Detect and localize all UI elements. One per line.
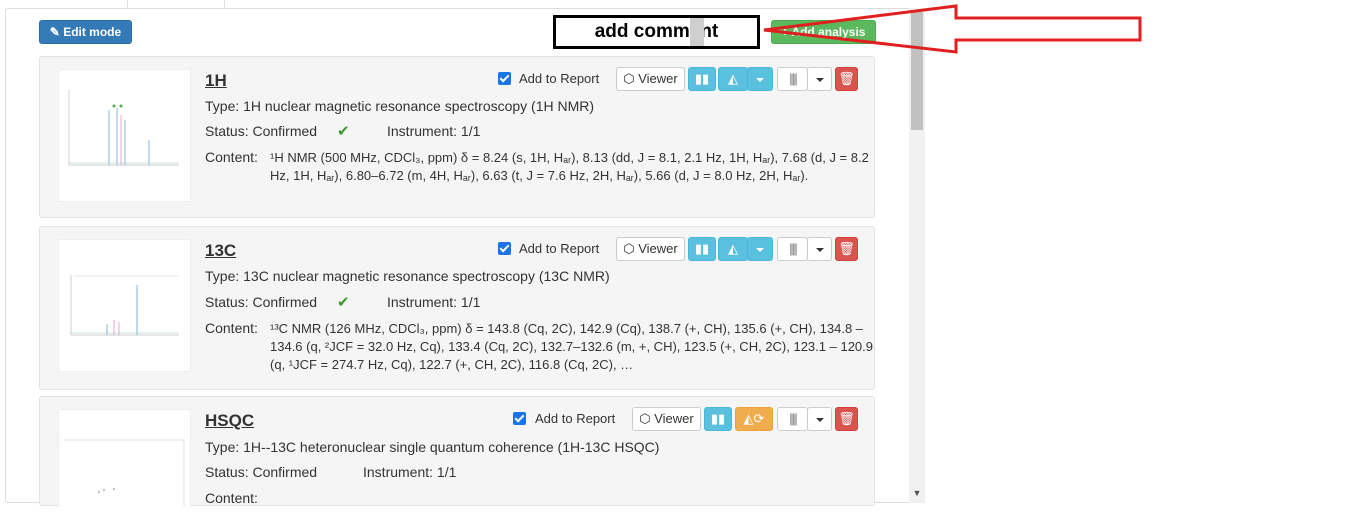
- barcode-button[interactable]: |||||: [777, 67, 808, 91]
- chevron-down-icon: [756, 247, 764, 252]
- trash-icon: 🗑: [838, 241, 855, 256]
- red-arrow-icon: [763, 4, 1142, 54]
- edit-icon: ✎: [49, 25, 60, 39]
- area-chart-refresh-icon: ◭⟳: [743, 411, 765, 426]
- chevron-down-icon: [815, 247, 824, 252]
- delete-button[interactable]: 🗑: [835, 407, 858, 431]
- analysis-status: Status: Confirmed: [205, 464, 318, 480]
- delete-button[interactable]: 🗑: [835, 67, 858, 91]
- analysis-content: ¹³C NMR (126 MHz, CDCl₃, ppm) δ = 143.8 …: [270, 321, 873, 372]
- add-to-report-checkbox[interactable]: [498, 72, 511, 85]
- trash-icon: 🗑: [838, 71, 855, 86]
- viewer-label: Viewer: [638, 71, 678, 86]
- viewer-button[interactable]: ⬡ Viewer: [632, 407, 701, 431]
- viewer-button[interactable]: ⬡ Viewer: [616, 237, 685, 261]
- cube-icon: ⬡: [639, 411, 651, 426]
- cube-icon: ⬡: [623, 71, 635, 86]
- barcode-dropdown-button[interactable]: [807, 407, 832, 431]
- bar-chart-button[interactable]: ▮▮: [704, 407, 732, 431]
- spectrum-thumbnail[interactable]: [58, 409, 191, 507]
- analysis-instrument: Instrument: 1/1: [363, 464, 457, 480]
- barcode-dropdown-button[interactable]: [807, 237, 832, 261]
- add-to-report-label[interactable]: Add to Report: [519, 241, 599, 256]
- area-chart-button[interactable]: ◭: [718, 67, 748, 91]
- area-chart-icon: ◭: [728, 241, 738, 256]
- area-chart-dropdown-button[interactable]: [747, 67, 773, 91]
- bar-chart-button[interactable]: ▮▮: [688, 237, 716, 261]
- edit-mode-button[interactable]: ✎ Edit mode: [39, 20, 132, 44]
- add-to-report-checkbox[interactable]: [513, 412, 526, 425]
- confirmed-check-icon: ✔: [337, 123, 350, 140]
- add-comment-annotation: add comment: [553, 15, 760, 49]
- scroll-down-arrow-icon[interactable]: ▼: [909, 486, 925, 500]
- analysis-title[interactable]: 1H: [205, 71, 227, 91]
- area-chart-refresh-button[interactable]: ◭⟳: [735, 407, 773, 431]
- bar-chart-button[interactable]: ▮▮: [688, 67, 716, 91]
- analysis-status: Status: Confirmed: [205, 294, 318, 310]
- content-label: Content:: [205, 320, 258, 336]
- spectrum-thumbnail[interactable]: [58, 239, 191, 372]
- cube-icon: ⬡: [623, 241, 635, 256]
- analysis-instrument: Instrument: 1/1: [387, 294, 481, 310]
- area-chart-icon: ◭: [728, 71, 738, 86]
- analysis-type: Type: 1H--13C heteronuclear single quant…: [205, 439, 660, 455]
- bar-chart-icon: ▮▮: [694, 241, 710, 256]
- area-chart-button[interactable]: ◭: [718, 237, 748, 261]
- trash-icon: 🗑: [838, 411, 855, 426]
- add-to-report-label[interactable]: Add to Report: [535, 411, 615, 426]
- add-to-report-label[interactable]: Add to Report: [519, 71, 599, 86]
- analysis-type: Type: 1H nuclear magnetic resonance spec…: [205, 98, 595, 114]
- viewer-label: Viewer: [638, 241, 678, 256]
- add-to-report-checkbox[interactable]: [498, 242, 511, 255]
- annotation-cursor-bar: [690, 18, 704, 46]
- content-label: Content:: [205, 490, 258, 506]
- confirmed-check-icon: ✔: [337, 294, 350, 311]
- analysis-type: Type: 13C nuclear magnetic resonance spe…: [205, 268, 610, 284]
- analysis-card-13c: 13C Add to Report ⬡ Viewer ▮▮ ◭ ||||| 🗑 …: [39, 226, 875, 390]
- viewer-label: Viewer: [654, 411, 694, 426]
- area-chart-dropdown-button[interactable]: [747, 237, 773, 261]
- barcode-icon: |||||: [789, 241, 798, 256]
- content-label: Content:: [205, 149, 258, 165]
- barcode-button[interactable]: |||||: [777, 237, 808, 261]
- barcode-icon: |||||: [789, 411, 798, 426]
- spectrum-thumbnail[interactable]: [58, 69, 191, 202]
- analysis-card-hsqc: HSQC Add to Report ⬡ Viewer ▮▮ ◭⟳ ||||| …: [39, 396, 875, 507]
- analysis-title[interactable]: 13C: [205, 241, 236, 261]
- analysis-card-1h: 1H Add to Report ⬡ Viewer ▮▮ ◭ ||||| 🗑 T…: [39, 56, 875, 218]
- edit-mode-label: Edit mode: [63, 25, 122, 39]
- analysis-status: Status: Confirmed: [205, 123, 318, 139]
- analysis-instrument: Instrument: 1/1: [387, 123, 481, 139]
- delete-button[interactable]: 🗑: [835, 237, 858, 261]
- barcode-button[interactable]: |||||: [777, 407, 808, 431]
- barcode-dropdown-button[interactable]: [807, 67, 832, 91]
- analysis-title[interactable]: HSQC: [205, 411, 254, 431]
- bar-chart-icon: ▮▮: [710, 411, 726, 426]
- chevron-down-icon: [815, 417, 824, 422]
- analysis-content: ¹H NMR (500 MHz, CDCl₃, ppm) δ = 8.24 (s…: [270, 150, 869, 183]
- bar-chart-icon: ▮▮: [694, 71, 710, 86]
- chevron-down-icon: [756, 77, 764, 82]
- chevron-down-icon: [815, 77, 824, 82]
- barcode-icon: |||||: [789, 71, 798, 86]
- viewer-button[interactable]: ⬡ Viewer: [616, 67, 685, 91]
